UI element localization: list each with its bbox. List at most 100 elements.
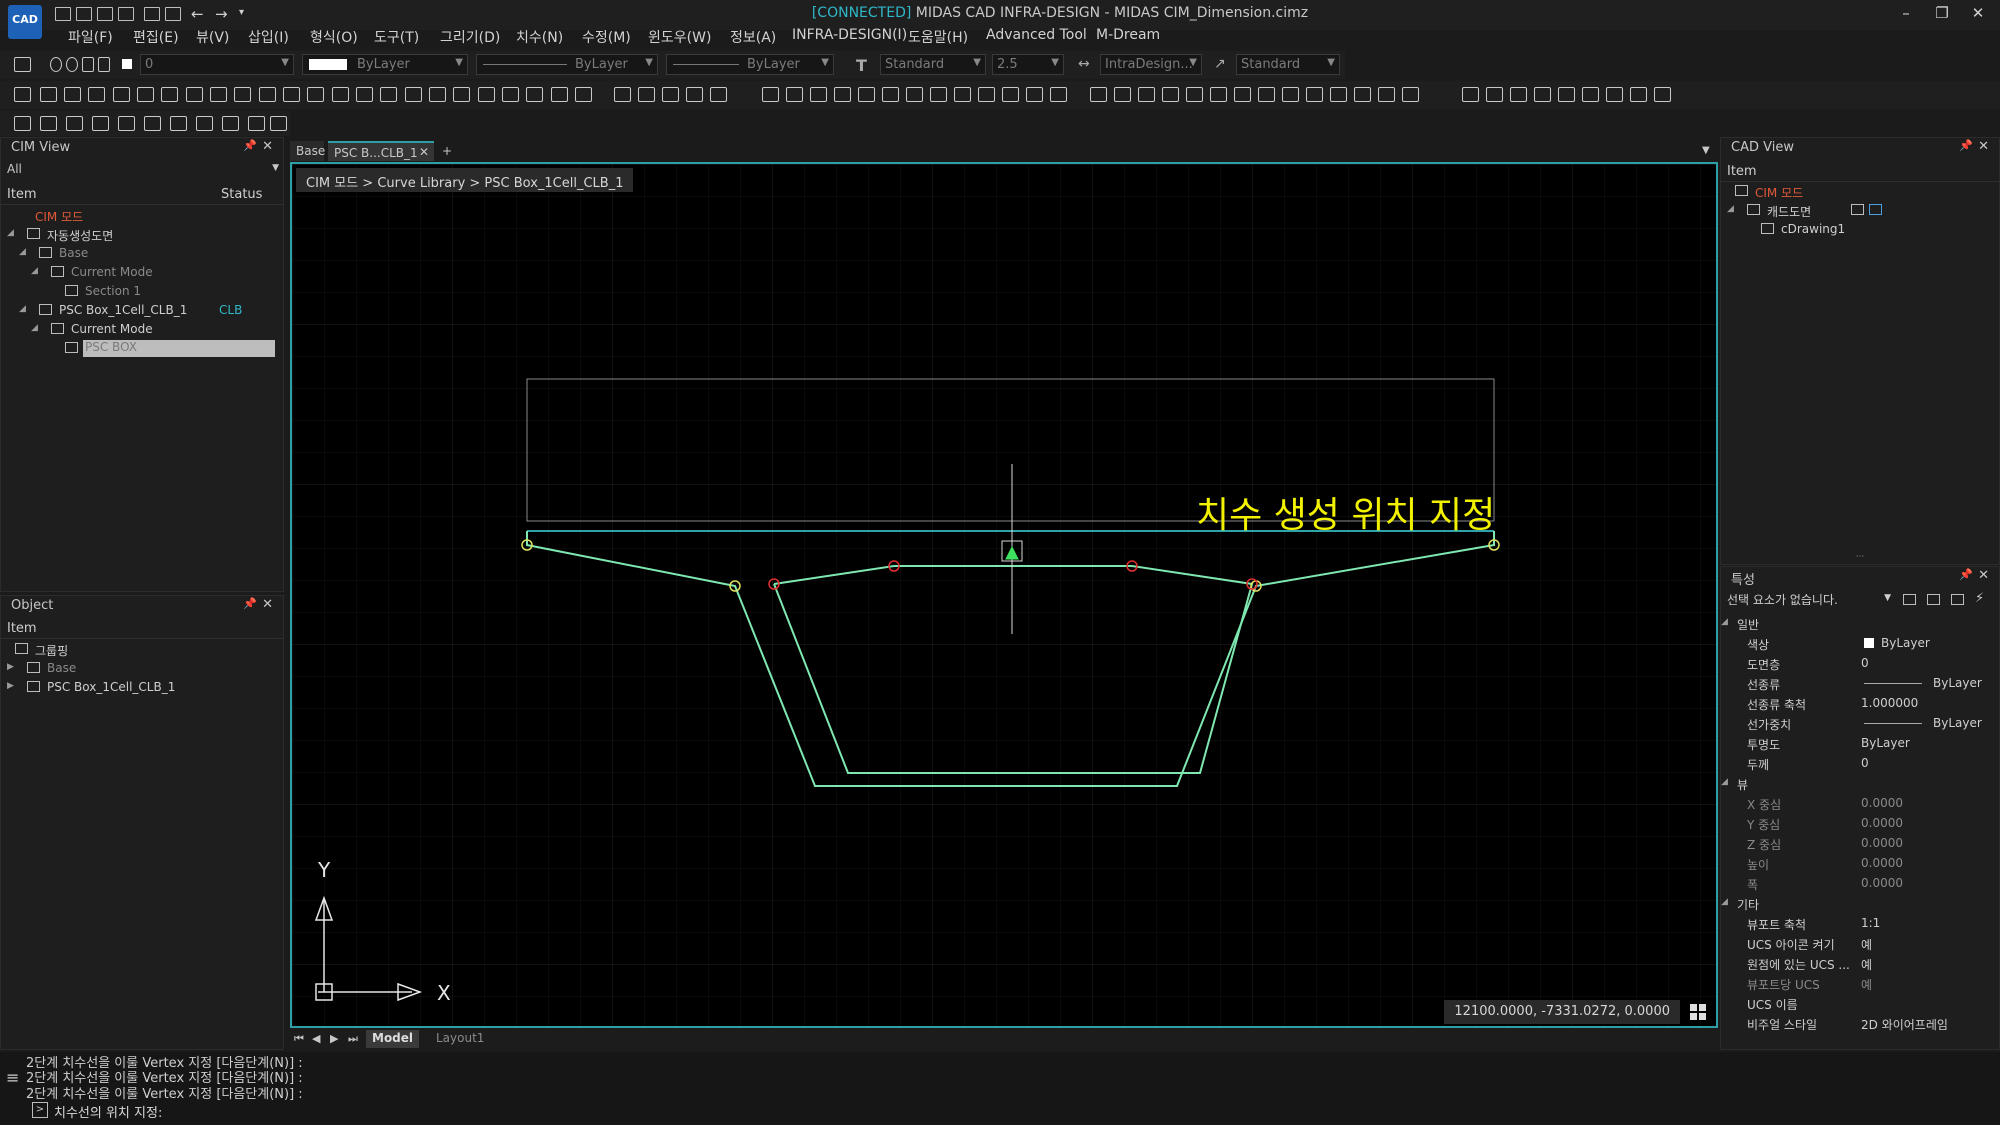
close-icon[interactable]: ✕ [262, 139, 273, 154]
lineweight-select[interactable]: ByLayer ▼ [666, 54, 834, 75]
close-icon[interactable]: ✕ [1978, 139, 1989, 154]
sun-icon[interactable] [66, 57, 78, 72]
add-tab-button[interactable]: + [436, 141, 458, 161]
tool-icon[interactable] [332, 87, 349, 102]
menu-infra-design[interactable]: INFRA-DESIGN(I) [792, 27, 907, 43]
tool-icon[interactable] [210, 87, 227, 102]
tool-icon[interactable] [144, 116, 161, 131]
horizontal-scrollbar[interactable]: ··· [1721, 552, 1999, 562]
tree-item-auto-drawing[interactable]: ◢ 자동생성도면 [1, 225, 283, 244]
tool-icon[interactable] [810, 87, 827, 102]
tool-icon[interactable] [1510, 87, 1527, 102]
tool-icon[interactable] [882, 87, 899, 102]
tool-icon[interactable] [88, 87, 105, 102]
collapse-icon[interactable]: ◢ [1721, 777, 1728, 787]
color-select[interactable]: ByLayer ▼ [302, 54, 468, 75]
prop-row[interactable]: 색상 ByLayer [1721, 633, 1999, 653]
menu-window[interactable]: 윈도우(W) [648, 27, 711, 47]
tool-icon[interactable] [662, 87, 679, 102]
expand-icon[interactable]: ◢ [19, 247, 26, 257]
tree-item-psc-box[interactable]: ◢ PSC Box_1Cell_CLB_1 CLB [1, 301, 283, 320]
tab-base[interactable]: Base [290, 141, 325, 161]
quick-access-dropdown-icon[interactable]: ▾ [239, 7, 244, 18]
tool-icon[interactable] [1026, 87, 1043, 102]
select-objects-icon[interactable] [1951, 594, 1964, 605]
tool-icon[interactable] [1558, 87, 1575, 102]
object-item-grouping[interactable]: 그룹핑 [1, 640, 283, 659]
menu-tools[interactable]: 도구(T) [374, 27, 419, 47]
menu-modify[interactable]: 수정(M) [582, 27, 631, 47]
app-logo[interactable]: CAD [8, 5, 42, 39]
expand-icon[interactable]: ▶ [7, 681, 14, 691]
close-icon[interactable]: ✕ [1978, 568, 1989, 583]
freeze-icon[interactable] [82, 57, 94, 72]
tool-icon[interactable] [453, 87, 470, 102]
tab-psc-box[interactable]: PSC B...CLB_1 ✕ [328, 141, 434, 161]
cad-item-cad-drawing[interactable]: ◢ 캐드도면 [1721, 201, 1999, 220]
redo-icon[interactable]: → [215, 5, 228, 23]
tool-icon[interactable] [405, 87, 422, 102]
tool-icon[interactable] [1090, 87, 1107, 102]
tool-icon[interactable] [834, 87, 851, 102]
tool-icon[interactable] [40, 87, 57, 102]
tool-icon[interactable] [1378, 87, 1395, 102]
tool-icon[interactable] [930, 87, 947, 102]
tool-icon[interactable] [478, 87, 495, 102]
tool-icon[interactable] [259, 87, 276, 102]
tool-icon[interactable] [40, 116, 57, 131]
tool-icon[interactable] [307, 87, 324, 102]
prev-page-icon[interactable]: ◀ [312, 1032, 320, 1045]
tree-item-section-1[interactable]: Section 1 [1, 282, 283, 301]
menu-insert[interactable]: 삽입(I) [248, 27, 289, 47]
pin-icon[interactable]: 📌 [243, 597, 257, 610]
tool-icon[interactable] [1534, 87, 1551, 102]
tool-icon[interactable] [1282, 87, 1299, 102]
tool-icon[interactable] [222, 116, 239, 131]
prop-row[interactable]: UCS 아이콘 켜기 예 [1721, 933, 1999, 953]
tool-icon[interactable] [638, 87, 655, 102]
minimize-button[interactable]: – [1894, 4, 1918, 24]
tool-icon[interactable] [954, 87, 971, 102]
tool-icon[interactable] [14, 116, 31, 131]
tool-icon[interactable] [248, 116, 265, 131]
tool-icon[interactable] [686, 87, 703, 102]
close-icon[interactable]: ✕ [262, 597, 273, 612]
tree-item-psc-box-section[interactable]: PSC BOX [1, 339, 283, 358]
multileader-style-select[interactable]: Standard ▼ [1236, 54, 1340, 75]
prop-row[interactable]: 투명도 ByLayer [1721, 733, 1999, 753]
tool-icon[interactable] [1402, 87, 1419, 102]
prop-row[interactable]: 뷰포트 축척 1:1 [1721, 913, 1999, 933]
linetype-select[interactable]: ByLayer ▼ [476, 54, 658, 75]
menu-advanced-tool[interactable]: Advanced Tool [986, 27, 1087, 43]
pin-icon[interactable]: 📌 [243, 139, 257, 152]
tool-icon[interactable] [113, 87, 130, 102]
prop-row[interactable]: UCS 이름 [1721, 993, 1999, 1013]
tool-icon[interactable] [1330, 87, 1347, 102]
tool-icon[interactable] [1258, 87, 1275, 102]
tool-icon[interactable] [1186, 87, 1203, 102]
menu-icon[interactable]: ≡ [6, 1068, 19, 1087]
save-icon[interactable] [97, 7, 113, 21]
menu-m-dream[interactable]: M-Dream [1096, 27, 1160, 43]
tool-icon[interactable] [64, 87, 81, 102]
tool-icon[interactable] [575, 87, 592, 102]
undo-icon[interactable]: ← [191, 5, 204, 23]
tool-icon[interactable] [1162, 87, 1179, 102]
prop-row[interactable]: 선가중치 ByLayer [1721, 713, 1999, 733]
menu-file[interactable]: 파일(F) [68, 27, 113, 47]
view-icon[interactable] [1851, 204, 1864, 215]
last-page-icon[interactable]: ⏭ [348, 1032, 358, 1046]
collapse-icon[interactable]: ◢ [1721, 897, 1728, 907]
layer-manager-icon[interactable] [14, 57, 31, 72]
tool-icon[interactable] [283, 87, 300, 102]
text-height-select[interactable]: 2.5 ▼ [992, 54, 1064, 75]
tool-icon[interactable] [762, 87, 779, 102]
collapse-icon[interactable]: ◢ [1721, 617, 1728, 627]
menu-help[interactable]: 도움말(H) [908, 27, 968, 47]
menu-view[interactable]: 뷰(V) [196, 27, 229, 47]
expand-icon[interactable]: ◢ [7, 228, 14, 238]
object-item-psc-box[interactable]: ▶ PSC Box_1Cell_CLB_1 [1, 678, 283, 697]
tool-icon[interactable] [978, 87, 995, 102]
section-misc[interactable]: ◢ 기타 [1721, 893, 1999, 913]
tool-icon[interactable] [356, 87, 373, 102]
